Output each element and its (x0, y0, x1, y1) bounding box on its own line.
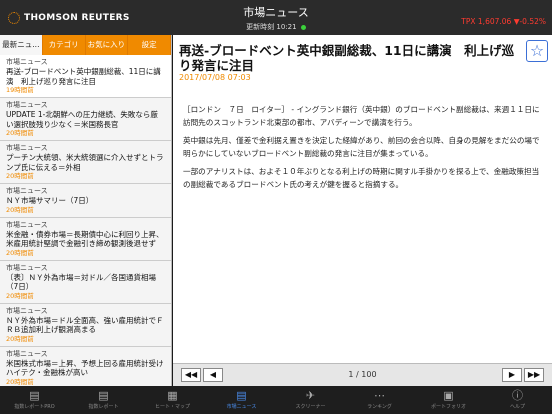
bottom-tab-screener[interactable]: ✈ スクリーナー (276, 386, 345, 414)
report-icon: ▤ (98, 389, 109, 402)
prev-page-button[interactable]: ◀ (203, 368, 223, 382)
news-list-item[interactable]: 市場ニュース 再送-ブロードベント英中銀副総裁、11日に講演 利上げ巡り発言に注… (0, 55, 171, 98)
tab-settings[interactable]: 設定 (128, 35, 171, 55)
news-list-item[interactable]: 市場ニュース プーチン大統領、米大統領選に介入せずとトランプ氏に伝える＝外相 2… (0, 141, 171, 184)
tab-category[interactable]: カテゴリ (43, 35, 86, 55)
news-title: 米金融・債券市場＝長期債中心に利回り上昇、米雇用統計堅調で金融引き締め観測後退せ… (6, 229, 164, 249)
article-paragraph: 英中銀は先月、僅差で金利据え置きを決定した経緯があり、前回の会合以降、自身の見解… (183, 136, 540, 158)
news-icon: ▤ (236, 389, 247, 402)
news-title: ＮＹ外為市場＝ドル全面高、強い雇用統計でＦＲＢ追加利上げ観測高まる (6, 315, 164, 335)
news-title: UPDATE 1-北朝鮮への圧力継続、失敗なら厳い選択肢残り少なく＝米国務長官 (6, 110, 158, 129)
favorite-star-icon[interactable]: ☆ (526, 40, 548, 62)
page-title: 市場ニュース (243, 6, 309, 19)
article-paragraph: 一部のアナリストは、およそ１０年ぶりとなる利上げの時期に関すル手掛かりを探る上で… (183, 167, 540, 189)
news-age: 20時間前 (6, 129, 34, 137)
news-source: 市場ニュース (6, 101, 48, 109)
page-count: 1 / 100 (348, 370, 377, 379)
last-page-button[interactable]: ▶▶ (524, 368, 544, 382)
news-age: 20時間前 (6, 291, 34, 300)
brand-name: THOMSON REUTERS (24, 13, 130, 23)
next-page-button[interactable]: ▶ (502, 368, 522, 382)
news-list-panel: 最新ニュ... カテゴリ お気に入り 設定 市場ニュース 再送-ブロードベント英… (0, 35, 172, 386)
news-age: 20時間前 (6, 334, 34, 343)
news-age: 20時間前 (6, 205, 34, 214)
news-source: 市場ニュース (6, 220, 48, 229)
news-source: 市場ニュース (6, 187, 48, 195)
top-bar: THOMSON REUTERS 市場ニュース 更新時刻 10:21 TPX 1,… (0, 0, 552, 35)
bottom-tab-index-report-pro[interactable]: ▤ 指数レポートPRO (0, 386, 69, 414)
news-source: 市場ニュース (6, 306, 48, 315)
bottom-tab-portfolio[interactable]: ▣ ポートフォリオ (414, 386, 483, 414)
news-title: ＮＹ市場サマリー（7日） (6, 196, 94, 205)
article-date: 2017/07/08 07:03 (179, 73, 251, 82)
live-status-dot-icon (300, 24, 306, 30)
article-paragraph: ［ロンドン ７日 ロイター］ - イングランド銀行（英中銀）のブロードベント副総… (183, 105, 540, 127)
first-page-button[interactable]: ◀◀ (181, 368, 201, 382)
news-source: 市場ニュース (6, 263, 48, 272)
bottom-tab-label: 指数レポート (88, 404, 119, 410)
ranking-icon: ⋯ (374, 389, 385, 402)
news-title: 〔表〕ＮＹ外為市場＝対ドル／各国通貨相場（7日） (6, 272, 156, 292)
news-list-item[interactable]: 市場ニュース ＮＹ市場サマリー（7日） 20時間前 (0, 184, 171, 218)
bottom-tab-market-news[interactable]: ▤ 市場ニュース (207, 386, 276, 414)
reuters-dots-icon (8, 12, 20, 24)
bottom-tab-label: 指数レポートPRO (14, 404, 55, 410)
news-list-item[interactable]: 市場ニュース 米国株式市場＝上昇、予想上回る雇用統計受け ハイテク・金融株が高い… (0, 346, 171, 386)
news-list-item[interactable]: 市場ニュース UPDATE 1-北朝鮮への圧力継続、失敗なら厳い選択肢残り少なく… (0, 98, 171, 141)
news-source: 市場ニュース (6, 58, 48, 66)
article-pager: 1 / 100 ◀◀ ◀ ▶ ▶▶ (173, 363, 552, 386)
news-list: 市場ニュース 再送-ブロードベント英中銀副総裁、11日に講演 利上げ巡り発言に注… (0, 55, 171, 386)
news-title: プーチン大統領、米大統領選に介入せずとトランプ氏に伝える＝外相 (6, 153, 164, 172)
news-list-item[interactable]: 市場ニュース 米金融・債券市場＝長期債中心に利回り上昇、米雇用統計堅調で金融引き… (0, 217, 171, 261)
news-title: 再送-ブロードベント英中銀副総裁、11日に講演 利上げ巡り発言に注目 (6, 67, 161, 86)
bottom-tab-label: ランキング (367, 404, 392, 410)
bottom-tab-label: 市場ニュース (226, 404, 257, 410)
news-list-item[interactable]: 市場ニュース ＮＹ外為市場＝ドル全面高、強い雇用統計でＦＲＢ追加利上げ観測高まる… (0, 303, 171, 347)
heat-map-icon: ▦ (167, 389, 178, 402)
article-panel: 再送-ブロードベント英中銀副総裁、11日に講演 利上げ巡り発言に注目 ☆ 201… (173, 35, 552, 363)
help-icon: ⓘ (512, 389, 523, 402)
news-source: 市場ニュース (6, 349, 48, 358)
tab-favorites[interactable]: お気に入り (86, 35, 129, 55)
news-title: 米国株式市場＝上昇、予想上回る雇用統計受け ハイテク・金融株が高い (6, 358, 171, 378)
bottom-tab-label: スクリーナー (295, 404, 326, 410)
news-source: 市場ニュース (6, 144, 48, 152)
article-body: ［ロンドン ７日 ロイター］ - イングランド銀行（英中銀）のブロードベント副総… (183, 103, 545, 196)
screener-icon: ✈ (305, 389, 316, 402)
tab-latest-news[interactable]: 最新ニュ... (0, 35, 43, 55)
news-age: 20時間前 (6, 377, 34, 386)
report-icon: ▤ (29, 389, 40, 402)
thomson-reuters-logo: THOMSON REUTERS (8, 12, 130, 24)
news-tabs: 最新ニュ... カテゴリ お気に入り 設定 (0, 35, 171, 55)
updated-time: 10:21 (276, 23, 297, 31)
updated-label: 更新時刻 (246, 23, 275, 31)
news-age: 19時間前 (6, 86, 34, 94)
article-title: 再送-ブロードベント英中銀副総裁、11日に講演 利上げ巡り発言に注目 (179, 43, 515, 73)
title-area: 市場ニュース 更新時刻 10:21 (200, 4, 352, 32)
update-status: 更新時刻 10:21 (200, 22, 352, 32)
topix-ticker[interactable]: TPX 1,607.06 ▼-0.52% (461, 17, 546, 26)
news-list-item[interactable]: 市場ニュース 〔表〕ＮＹ外為市場＝対ドル／各国通貨相場（7日） 20時間前 (0, 260, 171, 304)
portfolio-icon: ▣ (443, 389, 454, 402)
bottom-tab-label: ヘルプ (509, 404, 525, 410)
bottom-tab-label: ポートフォリオ (430, 404, 466, 410)
news-age: 20時間前 (6, 172, 34, 180)
bottom-tab-ranking[interactable]: ⋯ ランキング (345, 386, 414, 414)
news-age: 20時間前 (6, 248, 34, 257)
bottom-tab-heat-map[interactable]: ▦ ヒート・マップ (138, 386, 207, 414)
bottom-tab-index-report[interactable]: ▤ 指数レポート (69, 386, 138, 414)
bottom-tab-help[interactable]: ⓘ ヘルプ (483, 386, 552, 414)
bottom-tab-label: ヒート・マップ (154, 404, 190, 410)
bottom-tab-bar: ▤ 指数レポートPRO ▤ 指数レポート ▦ ヒート・マップ ▤ 市場ニュース … (0, 386, 552, 414)
